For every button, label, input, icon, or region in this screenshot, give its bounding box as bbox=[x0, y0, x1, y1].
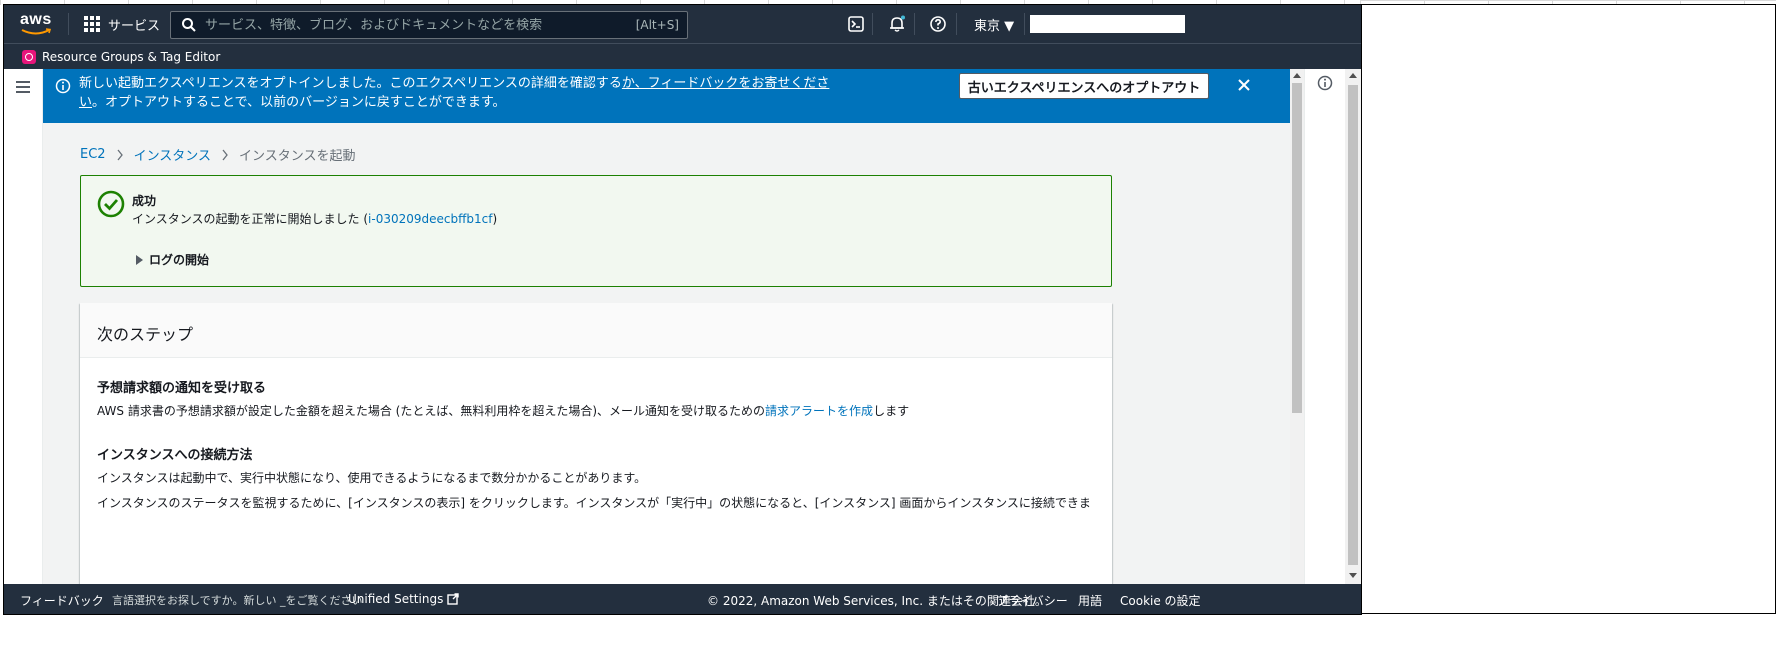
nav-separator bbox=[68, 13, 69, 35]
next-steps-header: 次のステップ bbox=[80, 303, 1112, 358]
banner-text-before: 新しい起動エクスペリエンスをオプトインしました。このエクスペリエンスの詳細を確認… bbox=[79, 76, 622, 91]
service-shortcuts-bar: Resource Groups & Tag Editor bbox=[4, 43, 1361, 70]
main-content: EC2 インスタンス インスタンスを起動 成功 インスタンスの起動を正常に開始し… bbox=[43, 123, 1290, 584]
info-icon bbox=[55, 78, 71, 94]
content-scrollbar-thumb[interactable] bbox=[1292, 83, 1302, 413]
page-scrollbar[interactable] bbox=[1345, 69, 1361, 584]
aws-smile-icon bbox=[21, 28, 52, 35]
info-panel-icon[interactable] bbox=[1317, 75, 1333, 91]
side-navigation-rail bbox=[4, 69, 43, 584]
success-alert: 成功 インスタンスの起動を正常に開始しました (i-030209deecbffb… bbox=[80, 175, 1112, 287]
search-icon bbox=[182, 18, 196, 32]
footer-cookie-settings-link[interactable]: Cookie の設定 bbox=[1120, 592, 1201, 609]
instance-id-link[interactable]: i-030209deecbffb1cf bbox=[368, 212, 492, 226]
banner-message: 新しい起動エクスペリエンスをオプトインしました。このエクスペリエンスの詳細を確認… bbox=[79, 74, 839, 112]
success-title: 成功 bbox=[132, 194, 157, 208]
connect-instance-text-1: インスタンスは起動中で、実行中状態になり、使用できるようになるまで数分かかること… bbox=[97, 471, 647, 485]
page-scroll-down-arrow-icon[interactable] bbox=[1349, 573, 1357, 578]
footer-language-prompt: 言語選択をお探しですか。新しい _をご覧ください bbox=[112, 594, 363, 607]
create-billing-alert-link[interactable]: 請求アラートを作成 bbox=[765, 404, 873, 418]
unified-settings-label: Unified Settings bbox=[348, 592, 444, 606]
content-scrollbar[interactable] bbox=[1290, 69, 1304, 584]
billing-alert-text: AWS 請求書の予想請求額が設定した金額を超えた場合 (たとえば、無料利用枠を超… bbox=[97, 402, 909, 419]
next-steps-title: 次のステップ bbox=[97, 325, 194, 344]
footer-privacy-link[interactable]: プライバシー bbox=[996, 592, 1068, 609]
services-menu-button[interactable]: サービス bbox=[84, 13, 160, 35]
aws-logo[interactable]: aws bbox=[20, 11, 56, 37]
billing-alert-title: 予想請求額の通知を受け取る bbox=[97, 381, 267, 396]
billing-alert-text-before: AWS 請求書の予想請求額が設定した金額を超えた場合 (たとえば、無料利用枠を超… bbox=[97, 404, 766, 418]
launch-log-label: ログの開始 bbox=[149, 253, 210, 267]
resource-groups-icon bbox=[22, 50, 36, 64]
billing-alert-text-after: します bbox=[873, 404, 910, 418]
services-grid-icon bbox=[84, 16, 100, 32]
success-message-after: ) bbox=[492, 212, 498, 226]
success-check-icon bbox=[97, 190, 125, 218]
console-footer: フィードバック 言語選択をお探しですか。新しい _をご覧ください Unified… bbox=[4, 584, 1361, 614]
breadcrumb-instances[interactable]: インスタンス bbox=[134, 145, 211, 164]
aws-console-window: aws サービス [Alt+S] bbox=[3, 4, 1362, 615]
footer-terms-link[interactable]: 用語 bbox=[1078, 592, 1102, 609]
breadcrumb: EC2 インスタンス インスタンスを起動 bbox=[80, 145, 356, 164]
aws-logo-text: aws bbox=[20, 11, 52, 28]
cloudshell-icon[interactable] bbox=[847, 15, 865, 33]
breadcrumb-ec2[interactable]: EC2 bbox=[80, 147, 106, 162]
help-icon[interactable] bbox=[929, 15, 947, 33]
footer-feedback-link[interactable]: フィードバック bbox=[20, 592, 104, 609]
blank-window-area bbox=[1360, 4, 1776, 614]
success-message-before: インスタンスの起動を正常に開始しました ( bbox=[132, 212, 369, 226]
chevron-right-icon bbox=[117, 149, 123, 160]
hamburger-menu-icon[interactable] bbox=[16, 81, 30, 96]
banner-text-after: 。オプトアウトすることで、以前のバージョンに戻すことができます。 bbox=[92, 95, 506, 110]
resource-groups-link[interactable]: Resource Groups & Tag Editor bbox=[42, 50, 220, 64]
region-selector[interactable]: 東京 ▼ bbox=[974, 15, 1014, 34]
unified-settings-link[interactable]: Unified Settings bbox=[348, 592, 460, 606]
search-box[interactable]: [Alt+S] bbox=[170, 11, 688, 39]
opt-in-banner: 新しい起動エクスペリエンスをオプトインしました。このエクスペリエンスの詳細を確認… bbox=[43, 69, 1290, 123]
breadcrumb-current: インスタンスを起動 bbox=[239, 149, 356, 164]
nav-separator bbox=[914, 13, 915, 35]
connect-instance-text-2: インスタンスのステータスを監視するために、[インスタンスの表示] をクリックしま… bbox=[97, 496, 1091, 510]
close-icon[interactable] bbox=[1236, 77, 1252, 93]
services-label: サービス bbox=[108, 18, 161, 34]
notifications-bell-icon[interactable] bbox=[888, 15, 906, 33]
external-link-icon bbox=[447, 593, 460, 605]
page-scrollbar-thumb[interactable] bbox=[1348, 85, 1358, 565]
launch-log-expander[interactable]: ログの開始 bbox=[136, 251, 209, 268]
chevron-right-icon bbox=[222, 149, 228, 160]
connect-instance-title: インスタンスへの接続方法 bbox=[97, 448, 253, 463]
opt-out-button[interactable]: 古いエクスペリエンスへのオプトアウト bbox=[959, 73, 1209, 99]
next-steps-panel: 次のステップ 予想請求額の通知を受け取る AWS 請求書の予想請求額が設定した金… bbox=[80, 303, 1112, 584]
search-shortcut-hint: [Alt+S] bbox=[635, 18, 679, 32]
scroll-up-arrow-icon[interactable] bbox=[1293, 73, 1301, 78]
caret-right-icon bbox=[136, 254, 143, 265]
success-message: インスタンスの起動を正常に開始しました (i-030209deecbffb1cf… bbox=[132, 210, 497, 227]
search-input[interactable] bbox=[197, 17, 636, 33]
help-panel-rail bbox=[1304, 69, 1345, 584]
region-label: 東京 ▼ bbox=[974, 19, 1015, 34]
nav-separator bbox=[872, 13, 873, 35]
account-menu[interactable] bbox=[1030, 15, 1185, 33]
nav-separator bbox=[956, 13, 957, 35]
nav-separator bbox=[1024, 13, 1025, 35]
top-navigation: aws サービス [Alt+S] bbox=[4, 5, 1361, 43]
page-scroll-up-arrow-icon[interactable] bbox=[1349, 73, 1357, 78]
